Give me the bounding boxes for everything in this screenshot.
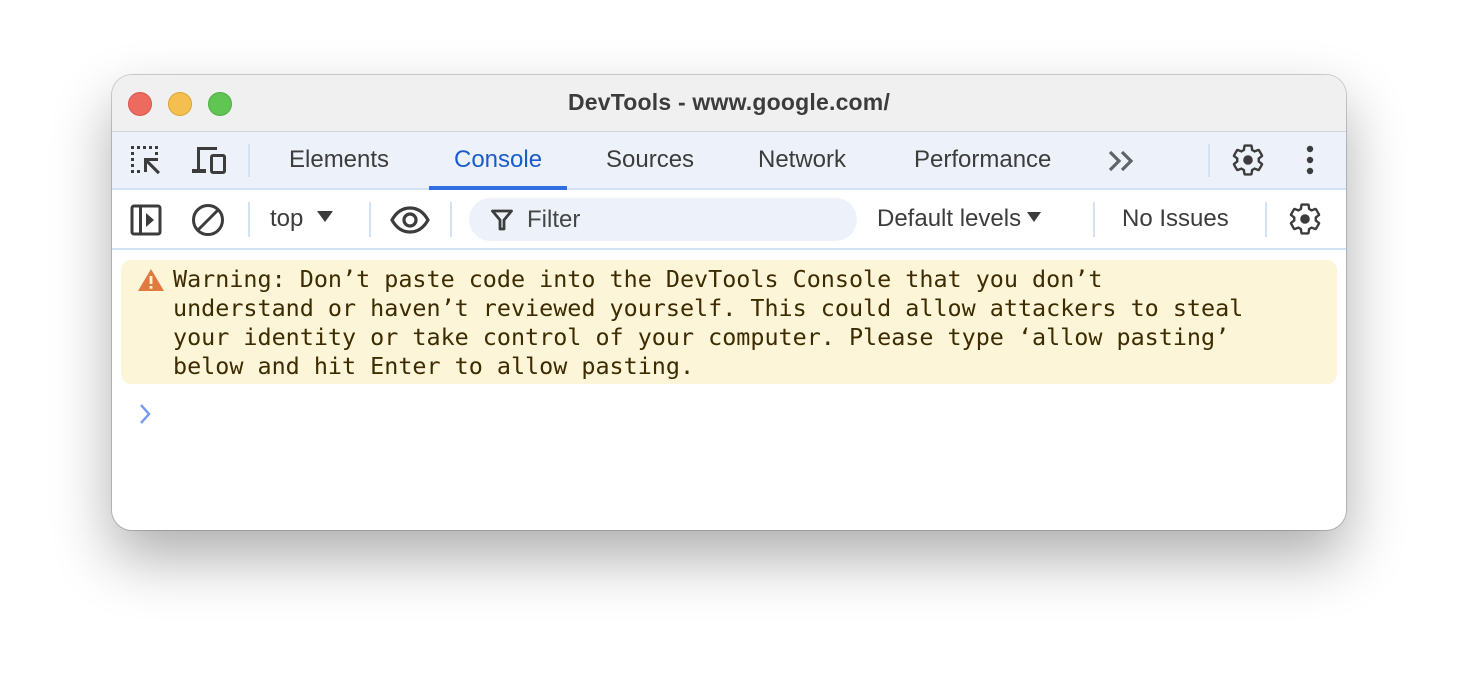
eye-icon [390,206,430,234]
gear-icon [1232,144,1264,176]
filter-icon [491,209,513,230]
toolbar-divider [1208,144,1210,177]
caret-down-icon [317,211,334,223]
tab-elements[interactable]: Elements [264,132,414,188]
warning-line: Warning: Don’t paste code into the DevTo… [173,265,1103,293]
issues-counter[interactable]: No Issues [1122,190,1229,248]
gear-icon [1289,203,1321,235]
toolbar-divider [1265,202,1267,237]
context-selector[interactable]: top [270,190,334,248]
log-levels-dropdown[interactable]: Default levels [877,190,1042,248]
select-element-button[interactable] [128,143,164,179]
tab-network[interactable]: Network [733,132,871,188]
tab-console[interactable]: Console [429,132,568,190]
more-tabs-button[interactable] [1102,146,1142,176]
select-element-icon [131,146,160,175]
sidebar-toggle-icon [130,204,162,236]
live-expression-button[interactable] [388,202,432,238]
chevron-double-right-icon [1108,150,1134,172]
filter-input[interactable] [527,205,827,234]
toolbar-divider [369,202,371,237]
device-toggle-icon [192,147,226,174]
warning-triangle-icon [138,269,164,291]
filter-box [469,198,857,241]
devtools-window: DevTools - www.google.com/ Elements Cons… [112,75,1346,530]
log-levels-value: Default levels [877,205,1022,232]
prompt-chevron-icon [140,404,151,424]
toolbar-divider [248,202,250,237]
device-toolbar-button[interactable] [190,143,230,179]
toolbar-divider [1093,202,1095,237]
warning-line: your identity or take control of your co… [173,323,1230,351]
warning-line: below and hit Enter to allow pasting. [173,352,695,380]
settings-button[interactable] [1230,142,1266,178]
title-bar: DevTools - www.google.com/ [112,75,1346,132]
warning-message: Warning: Don’t paste code into the DevTo… [173,265,1243,381]
toolbar-divider [450,202,452,237]
window-title: DevTools - www.google.com/ [567,89,891,115]
customize-menu-button[interactable] [1296,142,1324,178]
tab-performance[interactable]: Performance [889,132,1076,188]
console-toolbar: top Default levels No Issues [112,190,1346,250]
clear-console-button[interactable] [190,202,226,238]
context-value: top [270,205,304,232]
toolbar-divider [248,144,250,177]
clear-console-icon [192,204,224,236]
main-toolbar: Elements Console Sources Network Perform… [112,132,1346,190]
tab-sources[interactable]: Sources [581,132,719,188]
self-xss-warning: Warning: Don’t paste code into the DevTo… [121,260,1337,384]
caret-down-icon [1027,211,1042,222]
console-settings-button[interactable] [1287,201,1323,237]
kebab-menu-icon [1306,145,1314,175]
warning-line: understand or haven’t reviewed yourself.… [173,294,1244,322]
console-prompt-input[interactable] [168,393,1322,435]
sidebar-toggle-button[interactable] [128,202,164,238]
